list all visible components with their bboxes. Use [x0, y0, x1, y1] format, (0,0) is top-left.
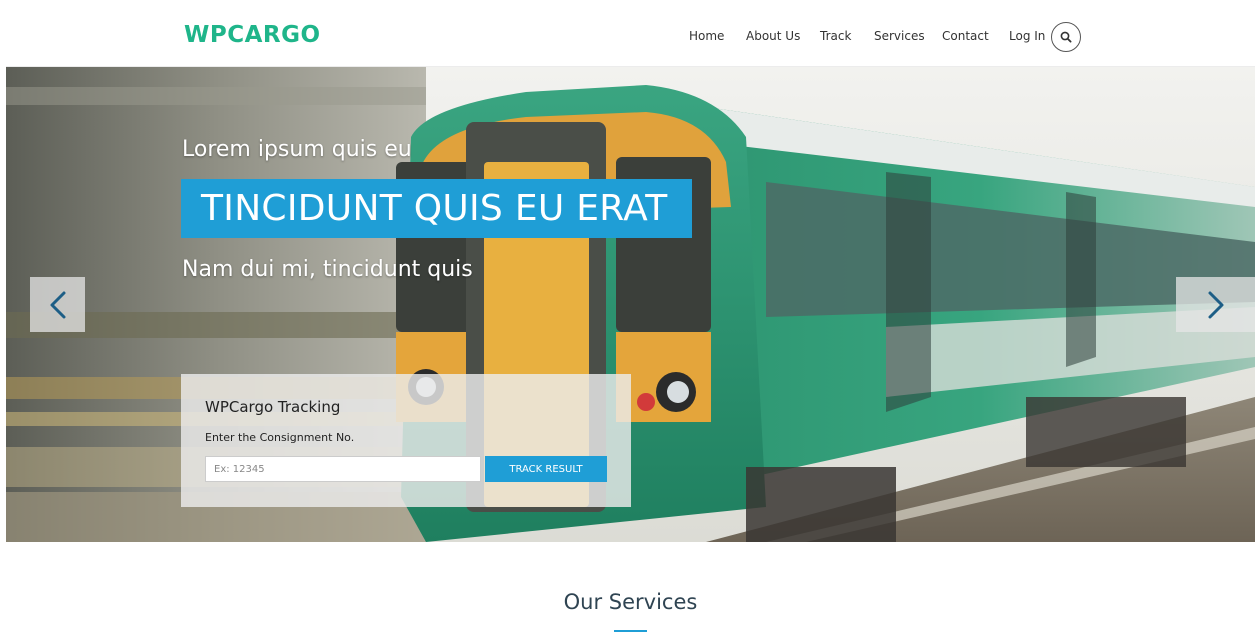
nav-contact[interactable]: Contact	[942, 29, 989, 43]
services-heading: Our Services	[563, 590, 698, 614]
nav-home[interactable]: Home	[689, 29, 724, 43]
main-nav: Home About Us Track Services Contact Log…	[6, 6, 1255, 67]
nav-log-in[interactable]: Log In	[1009, 29, 1045, 43]
consignment-input[interactable]	[205, 456, 481, 482]
page: WPCARGO Home About Us Track Services Con…	[6, 6, 1255, 636]
chevron-left-icon	[50, 291, 65, 318]
search-icon	[1060, 31, 1072, 43]
track-result-button[interactable]: TRACK RESULT	[485, 456, 607, 482]
site-header: WPCARGO Home About Us Track Services Con…	[6, 6, 1255, 67]
nav-services[interactable]: Services	[874, 29, 925, 43]
search-button[interactable]	[1051, 22, 1081, 52]
services-heading-underline	[614, 630, 647, 632]
consignment-label: Enter the Consignment No.	[205, 431, 355, 444]
slider-prev-button[interactable]	[30, 277, 85, 332]
tracking-form: WPCargo Tracking Enter the Consignment N…	[181, 374, 631, 507]
nav-track[interactable]: Track	[820, 29, 851, 43]
nav-about-us[interactable]: About Us	[746, 29, 800, 43]
hero-subline: Nam dui mi, tincidunt quis	[182, 257, 473, 282]
hero-headline-box: TINCIDUNT QUIS EU ERAT	[181, 179, 692, 238]
hero-kicker: Lorem ipsum quis eu	[182, 137, 412, 162]
tracking-title: WPCargo Tracking	[205, 398, 341, 416]
hero-headline: TINCIDUNT QUIS EU ERAT	[201, 188, 668, 229]
slider-next-button[interactable]	[1176, 277, 1255, 332]
chevron-right-icon	[1208, 291, 1223, 318]
hero-slider: Lorem ipsum quis eu TINCIDUNT QUIS EU ER…	[6, 67, 1255, 542]
